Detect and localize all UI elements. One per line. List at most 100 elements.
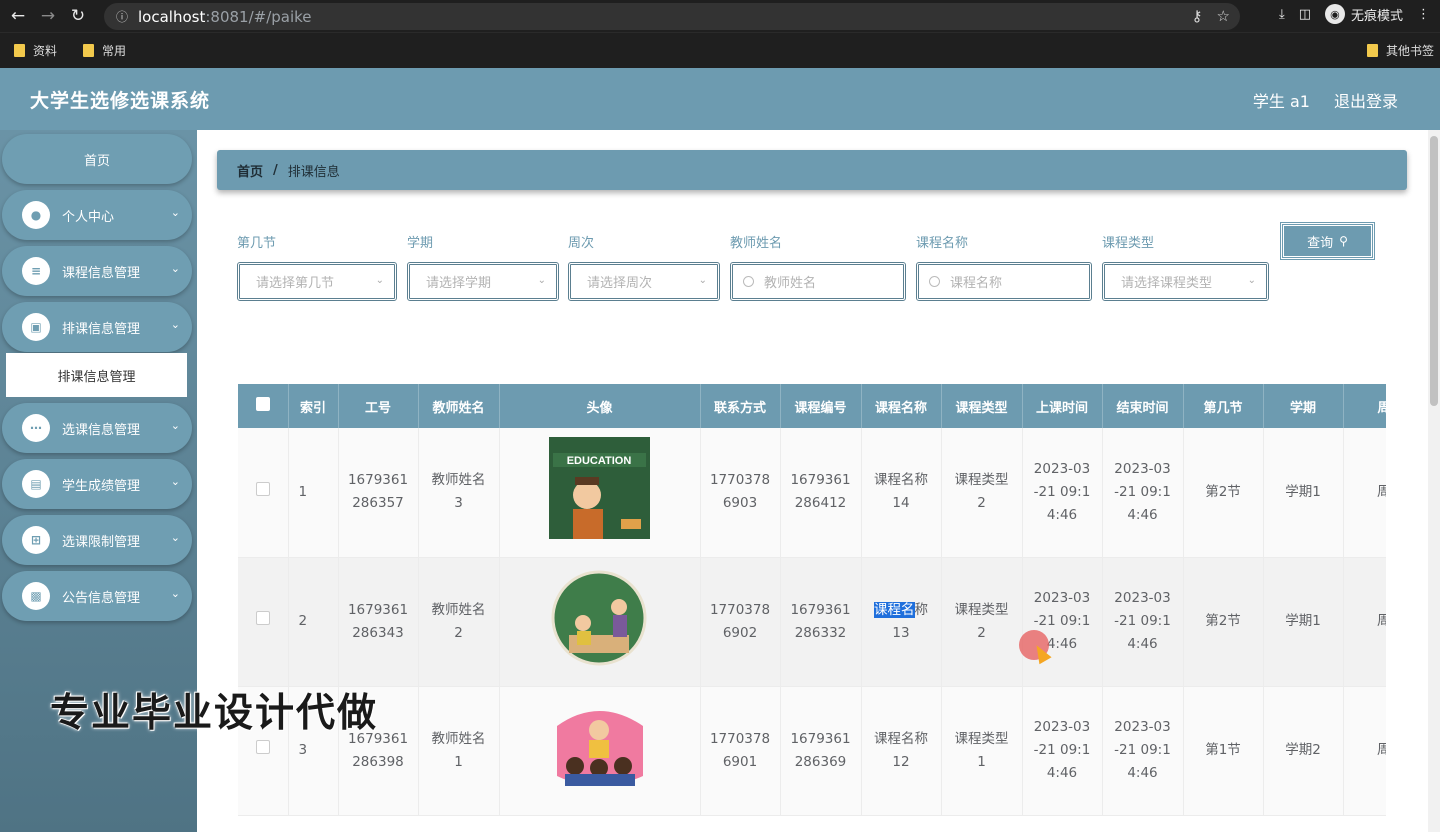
list-icon: ≡ [22,257,50,285]
chevron-down-icon: ⌄ [170,262,180,275]
col-index: 索引 [288,384,339,428]
table-row[interactable]: 2 1679361 286343 教师姓名 2 1770378 6902 167… [238,557,1386,687]
sidebar-item-notices[interactable]: ▩ 公告信息管理 ⌄ [2,571,192,621]
reload-icon[interactable]: ↻ [66,4,90,28]
search-icon [743,276,754,287]
teacher-name-input[interactable]: 教师姓名 [730,262,906,301]
svg-text:EDUCATION: EDUCATION [567,455,632,467]
chevron-down-icon: ⌄ [170,587,180,600]
url-host: localhost [138,7,206,26]
chevron-down-icon: ⌄ [1247,275,1256,286]
other-bookmarks[interactable]: 其他书签 [1366,42,1434,59]
row-checkbox[interactable] [238,428,289,558]
star-icon[interactable]: ☆ [1217,7,1230,25]
info-icon[interactable]: ⓘ [116,8,128,25]
col-gonghao: 工号 [338,384,419,428]
incognito-indicator[interactable]: ◉ 无痕模式 [1324,4,1403,24]
watermark: 专业毕业设计代做 [50,691,379,736]
xueqi-select[interactable]: 请选择学期 ⌄ [407,262,559,301]
col-start: 上课时间 [1022,384,1103,428]
zhouci-select[interactable]: 请选择周次 ⌄ [568,262,720,301]
address-bar[interactable]: ⓘ localhost:8081/#/paike ⚷ ☆ [104,3,1240,30]
schedule-table: 索引 工号 教师姓名 头像 联系方式 课程编号 课程名称 课程类型 上课时间 结… [238,384,1386,832]
url-path: :8081/#/paike [205,7,312,26]
search-icon [929,276,940,287]
app-title: 大学生选修选课系统 [30,89,211,112]
menu-icon[interactable]: ⋮ [1417,7,1430,22]
chevron-down-icon: ⌄ [170,206,180,219]
col-avatar: 头像 [499,384,701,428]
folder-icon [14,44,25,57]
search-icon: ⚲ [1339,234,1348,248]
filter-label-xueqi: 学期 [407,236,434,251]
sidebar-subitem-schedule-manage[interactable]: 排课信息管理 [6,353,187,397]
scrollbar-thumb[interactable] [1430,136,1438,406]
col-jie: 第几节 [1183,384,1264,428]
bookmarks-bar: 资料 常用 其他书签 [0,32,1440,68]
col-code: 课程编号 [780,384,862,428]
folder-icon [83,44,95,57]
col-week: 周次 [1343,384,1386,428]
sidebar-item-grades[interactable]: ▤ 学生成绩管理 ⌄ [2,459,192,509]
course-type-select[interactable]: 请选择课程类型 ⌄ [1102,262,1269,301]
bookmark-folder[interactable]: 资料 [14,42,57,59]
forward-icon[interactable]: → [36,4,60,28]
teacher-avatar-group [557,710,643,786]
breadcrumb: 首页 / 排课信息 [217,150,1407,190]
query-button[interactable]: 查询 ⚲ [1280,222,1375,260]
sidebar-item-home[interactable]: 首页 [2,134,192,184]
chat-icon: ⋯ [22,414,50,442]
col-teacher: 教师姓名 [418,384,500,428]
briefcase-icon: ▣ [22,313,50,341]
chevron-down-icon: ⌄ [375,275,384,286]
breadcrumb-home[interactable]: 首页 [237,161,263,180]
bookmark-folder[interactable]: 常用 [83,42,126,59]
row-checkbox[interactable] [238,557,289,687]
chevron-down-icon: ⌄ [170,531,180,544]
current-user: 学生 a1 [1252,92,1310,111]
avatar: EDUCATION [499,428,701,558]
sidepanel-icon[interactable]: ◫ [1299,7,1311,22]
user-icon: ● [22,201,50,229]
chevron-down-icon: ⌄ [170,475,180,488]
jieci-select[interactable]: 请选择第几节 ⌄ [237,262,397,301]
sidebar-item-profile[interactable]: ● 个人中心 ⌄ [2,190,192,240]
col-term: 学期 [1263,384,1344,428]
browser-toolbar: ← → ↻ ⓘ localhost:8081/#/paike ⚷ ☆ ⤓ ◫ ◉… [0,0,1440,32]
breadcrumb-current: 排课信息 [287,164,340,180]
filter-label-ctype: 课程类型 [1102,236,1155,251]
key-icon[interactable]: ⚷ [1192,7,1203,25]
col-type: 课程类型 [941,384,1023,428]
ticket-icon: ▩ [22,582,50,610]
logout-link[interactable]: 退出登录 [1334,88,1398,112]
incognito-icon: ◉ [1324,4,1345,24]
sidebar-item-limits[interactable]: ⊞ 选课限制管理 ⌄ [2,515,192,565]
course-name-input[interactable]: 课程名称 [916,262,1092,301]
select-all-checkbox[interactable] [238,384,289,428]
page-scrollbar[interactable] [1428,130,1440,832]
table-row[interactable]: 1 1679361 286357 教师姓名 3 EDUCATION 177037… [238,428,1386,558]
folder-icon [1366,44,1378,57]
filter-label-teacher: 教师姓名 [730,236,783,251]
col-phone: 联系方式 [700,384,781,428]
teacher-avatar-classroom [551,570,647,665]
col-course: 课程名称 [861,384,942,428]
chevron-up-icon: ⌄ [170,318,180,331]
teacher-avatar-education: EDUCATION [549,437,650,540]
sidebar-item-course-info[interactable]: ≡ 课程信息管理 ⌄ [2,246,192,296]
clipboard-icon: ▤ [22,470,50,498]
selected-text: 课程名 [874,601,915,618]
download-icon[interactable]: ⤓ [1279,7,1285,22]
sidebar-item-selection[interactable]: ⋯ 选课信息管理 ⌄ [2,403,192,453]
app-header: 大学生选修选课系统 学生 a1 退出登录 [0,68,1440,130]
chevron-down-icon: ⌄ [170,419,180,432]
table-header-row: 索引 工号 教师姓名 头像 联系方式 课程编号 课程名称 课程类型 上课时间 结… [238,384,1386,428]
avatar [499,686,701,816]
filter-label-zhouci: 周次 [568,236,595,251]
back-icon[interactable]: ← [6,4,30,28]
sidebar-item-schedule[interactable]: ▣ 排课信息管理 ⌄ [2,302,192,352]
table-row[interactable]: 3 1679361 286398 教师姓名 1 1770378 6901 167… [238,686,1386,816]
grid-icon: ⊞ [22,526,50,554]
avatar [499,557,701,687]
filter-label-jieci: 第几节 [237,236,277,251]
